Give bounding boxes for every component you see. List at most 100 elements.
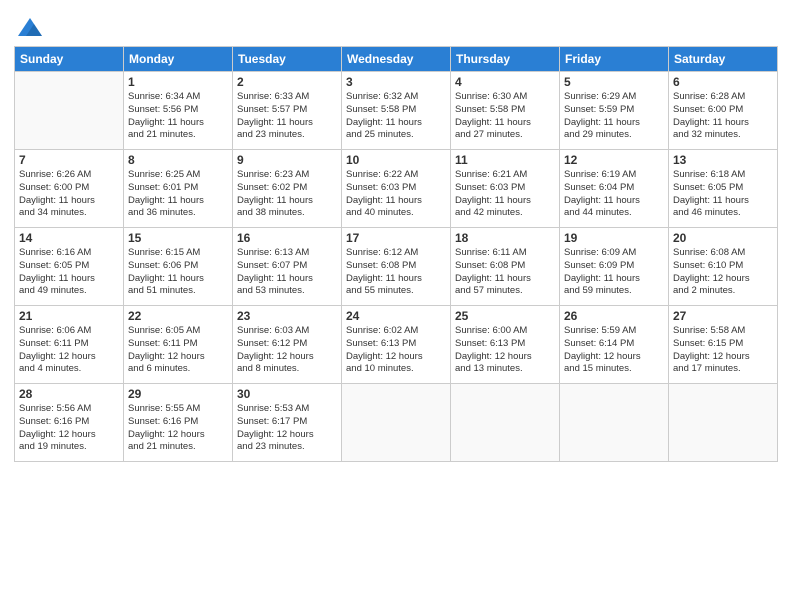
calendar-table: SundayMondayTuesdayWednesdayThursdayFrid… — [14, 46, 778, 462]
calendar-cell — [669, 384, 778, 462]
calendar-cell — [15, 72, 124, 150]
calendar-cell: 19 Sunrise: 6:09 AM Sunset: 6:09 PM Dayli… — [560, 228, 669, 306]
calendar-cell: 1Sunrise: 6:34 AM Sunset: 5:56 PM Daylig… — [124, 72, 233, 150]
calendar-week-row: 14 Sunrise: 6:16 AM Sunset: 6:05 PM Dayli… — [15, 228, 778, 306]
header-row — [14, 10, 778, 42]
day-info: Sunrise: 6:25 AM Sunset: 6:01 PM Dayligh… — [128, 169, 228, 220]
weekday-header-tuesday: Tuesday — [233, 47, 342, 72]
calendar-cell: 3Sunrise: 6:32 AM Sunset: 5:58 PM Daylig… — [342, 72, 451, 150]
calendar-cell: 21 Sunrise: 6:06 AM Sunset: 6:11 PM Dayli… — [15, 306, 124, 384]
calendar-cell: 20 Sunrise: 6:08 AM Sunset: 6:10 PM Dayli… — [669, 228, 778, 306]
day-number: 8 — [128, 153, 228, 167]
calendar-cell: 10 Sunrise: 6:22 AM Sunset: 6:03 PM Dayli… — [342, 150, 451, 228]
day-number: 29 — [128, 387, 228, 401]
calendar-cell: 6 Sunrise: 6:28 AM Sunset: 6:00 PM Daylig… — [669, 72, 778, 150]
day-info: Sunrise: 6:15 AM Sunset: 6:06 PM Dayligh… — [128, 247, 228, 298]
calendar-week-row: 21 Sunrise: 6:06 AM Sunset: 6:11 PM Dayli… — [15, 306, 778, 384]
calendar-week-row: 7 Sunrise: 6:26 AM Sunset: 6:00 PM Daylig… — [15, 150, 778, 228]
calendar-cell: 15 Sunrise: 6:15 AM Sunset: 6:06 PM Dayli… — [124, 228, 233, 306]
weekday-header-saturday: Saturday — [669, 47, 778, 72]
day-info: Sunrise: 6:34 AM Sunset: 5:56 PM Dayligh… — [128, 91, 228, 142]
day-number: 6 — [673, 75, 773, 89]
day-number: 19 — [564, 231, 664, 245]
day-number: 27 — [673, 309, 773, 323]
day-number: 30 — [237, 387, 337, 401]
calendar-cell — [560, 384, 669, 462]
weekday-header-thursday: Thursday — [451, 47, 560, 72]
calendar-cell: 29 Sunrise: 5:55 AM Sunset: 6:16 PM Dayli… — [124, 384, 233, 462]
day-number: 23 — [237, 309, 337, 323]
day-number: 16 — [237, 231, 337, 245]
calendar-cell: 9 Sunrise: 6:23 AM Sunset: 6:02 PM Daylig… — [233, 150, 342, 228]
day-number: 17 — [346, 231, 446, 245]
day-number: 3 — [346, 75, 446, 89]
calendar-cell: 4 Sunrise: 6:30 AM Sunset: 5:58 PM Daylig… — [451, 72, 560, 150]
day-info: Sunrise: 6:09 AM Sunset: 6:09 PM Dayligh… — [564, 247, 664, 298]
day-number: 14 — [19, 231, 119, 245]
day-info: Sunrise: 6:28 AM Sunset: 6:00 PM Dayligh… — [673, 91, 773, 142]
day-number: 24 — [346, 309, 446, 323]
day-number: 11 — [455, 153, 555, 167]
weekday-header-sunday: Sunday — [15, 47, 124, 72]
calendar-cell: 16 Sunrise: 6:13 AM Sunset: 6:07 PM Dayli… — [233, 228, 342, 306]
day-number: 13 — [673, 153, 773, 167]
day-number: 25 — [455, 309, 555, 323]
calendar-cell: 23 Sunrise: 6:03 AM Sunset: 6:12 PM Dayli… — [233, 306, 342, 384]
day-number: 15 — [128, 231, 228, 245]
day-number: 5 — [564, 75, 664, 89]
calendar-cell: 17 Sunrise: 6:12 AM Sunset: 6:08 PM Dayli… — [342, 228, 451, 306]
calendar-week-row: 28 Sunrise: 5:56 AM Sunset: 6:16 PM Dayli… — [15, 384, 778, 462]
calendar-cell: 14 Sunrise: 6:16 AM Sunset: 6:05 PM Dayli… — [15, 228, 124, 306]
logo — [14, 14, 44, 42]
day-info: Sunrise: 6:16 AM Sunset: 6:05 PM Dayligh… — [19, 247, 119, 298]
calendar-cell: 24 Sunrise: 6:02 AM Sunset: 6:13 PM Dayli… — [342, 306, 451, 384]
day-number: 9 — [237, 153, 337, 167]
day-info: Sunrise: 6:26 AM Sunset: 6:00 PM Dayligh… — [19, 169, 119, 220]
day-info: Sunrise: 6:18 AM Sunset: 6:05 PM Dayligh… — [673, 169, 773, 220]
day-info: Sunrise: 6:00 AM Sunset: 6:13 PM Dayligh… — [455, 325, 555, 376]
day-info: Sunrise: 6:12 AM Sunset: 6:08 PM Dayligh… — [346, 247, 446, 298]
day-info: Sunrise: 5:56 AM Sunset: 6:16 PM Dayligh… — [19, 403, 119, 454]
day-number: 21 — [19, 309, 119, 323]
page-container: SundayMondayTuesdayWednesdayThursdayFrid… — [0, 0, 792, 470]
day-info: Sunrise: 6:23 AM Sunset: 6:02 PM Dayligh… — [237, 169, 337, 220]
weekday-header-row: SundayMondayTuesdayWednesdayThursdayFrid… — [15, 47, 778, 72]
calendar-cell: 22Sunrise: 6:05 AM Sunset: 6:11 PM Dayli… — [124, 306, 233, 384]
day-info: Sunrise: 6:06 AM Sunset: 6:11 PM Dayligh… — [19, 325, 119, 376]
calendar-cell: 8 Sunrise: 6:25 AM Sunset: 6:01 PM Daylig… — [124, 150, 233, 228]
day-info: Sunrise: 6:30 AM Sunset: 5:58 PM Dayligh… — [455, 91, 555, 142]
day-number: 20 — [673, 231, 773, 245]
calendar-cell: 5 Sunrise: 6:29 AM Sunset: 5:59 PM Daylig… — [560, 72, 669, 150]
day-info: Sunrise: 5:59 AM Sunset: 6:14 PM Dayligh… — [564, 325, 664, 376]
day-number: 26 — [564, 309, 664, 323]
day-info: Sunrise: 6:29 AM Sunset: 5:59 PM Dayligh… — [564, 91, 664, 142]
day-info: Sunrise: 6:08 AM Sunset: 6:10 PM Dayligh… — [673, 247, 773, 298]
calendar-cell — [342, 384, 451, 462]
calendar-cell — [451, 384, 560, 462]
day-info: Sunrise: 6:19 AM Sunset: 6:04 PM Dayligh… — [564, 169, 664, 220]
day-number: 4 — [455, 75, 555, 89]
day-info: Sunrise: 6:02 AM Sunset: 6:13 PM Dayligh… — [346, 325, 446, 376]
calendar-cell: 25 Sunrise: 6:00 AM Sunset: 6:13 PM Dayli… — [451, 306, 560, 384]
calendar-cell: 7 Sunrise: 6:26 AM Sunset: 6:00 PM Daylig… — [15, 150, 124, 228]
day-info: Sunrise: 5:55 AM Sunset: 6:16 PM Dayligh… — [128, 403, 228, 454]
calendar-cell: 13 Sunrise: 6:18 AM Sunset: 6:05 PM Dayli… — [669, 150, 778, 228]
day-info: Sunrise: 6:11 AM Sunset: 6:08 PM Dayligh… — [455, 247, 555, 298]
day-number: 28 — [19, 387, 119, 401]
day-info: Sunrise: 6:33 AM Sunset: 5:57 PM Dayligh… — [237, 91, 337, 142]
weekday-header-friday: Friday — [560, 47, 669, 72]
day-info: Sunrise: 6:03 AM Sunset: 6:12 PM Dayligh… — [237, 325, 337, 376]
day-info: Sunrise: 5:58 AM Sunset: 6:15 PM Dayligh… — [673, 325, 773, 376]
weekday-header-wednesday: Wednesday — [342, 47, 451, 72]
weekday-header-monday: Monday — [124, 47, 233, 72]
day-number: 10 — [346, 153, 446, 167]
day-info: Sunrise: 5:53 AM Sunset: 6:17 PM Dayligh… — [237, 403, 337, 454]
day-info: Sunrise: 6:21 AM Sunset: 6:03 PM Dayligh… — [455, 169, 555, 220]
day-info: Sunrise: 6:13 AM Sunset: 6:07 PM Dayligh… — [237, 247, 337, 298]
day-number: 7 — [19, 153, 119, 167]
day-info: Sunrise: 6:22 AM Sunset: 6:03 PM Dayligh… — [346, 169, 446, 220]
calendar-cell: 12Sunrise: 6:19 AM Sunset: 6:04 PM Dayli… — [560, 150, 669, 228]
calendar-cell: 27 Sunrise: 5:58 AM Sunset: 6:15 PM Dayli… — [669, 306, 778, 384]
calendar-cell: 28 Sunrise: 5:56 AM Sunset: 6:16 PM Dayli… — [15, 384, 124, 462]
day-number: 22 — [128, 309, 228, 323]
